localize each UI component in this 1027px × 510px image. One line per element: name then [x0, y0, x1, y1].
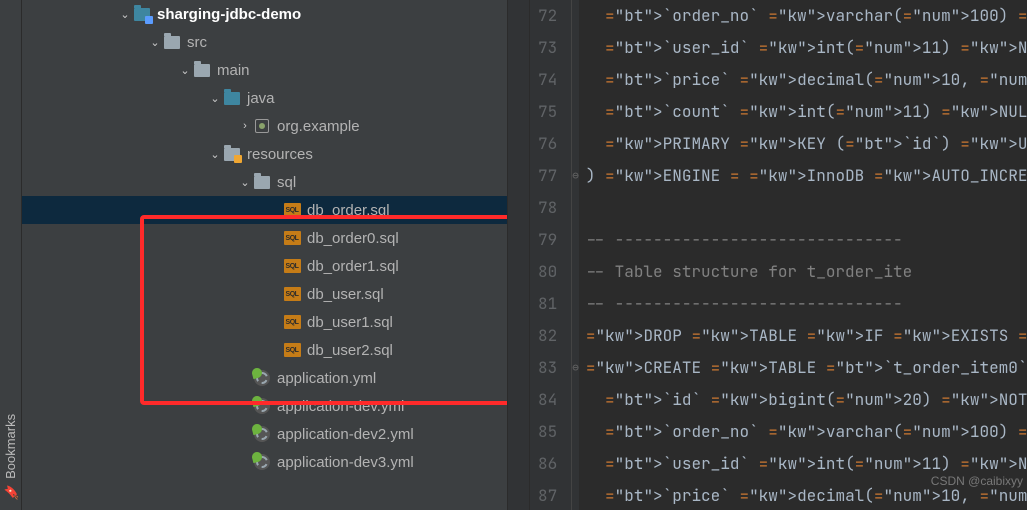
tree-item-label: application-dev2.yml [277, 426, 507, 443]
watermark: CSDN @caibixyy [931, 465, 1023, 497]
folder-icon [163, 33, 181, 51]
sql-file-icon: SQL [283, 341, 301, 359]
folder-icon [223, 89, 241, 107]
tree-item-label: db_order.sql [307, 202, 507, 219]
code-area[interactable]: ="bt">`order_no` ="kw">varchar(="num">10… [580, 0, 1027, 510]
tree-item-label: org.example [277, 118, 507, 135]
tree-file-sql[interactable]: SQL db_user2.sql [22, 336, 507, 364]
tree-module-root[interactable]: ⌄ sharging-jdbc-demo [22, 0, 507, 28]
chevron-right-icon: › [237, 120, 253, 132]
tree-file-sql[interactable]: SQL db_user.sql [22, 280, 507, 308]
tree-folder-java[interactable]: ⌄ java [22, 84, 507, 112]
chevron-down-icon: ⌄ [147, 36, 163, 49]
tree-item-label: db_user.sql [307, 286, 507, 303]
tree-file-sql[interactable]: SQL db_order0.sql [22, 224, 507, 252]
tree-item-label: db_user2.sql [307, 342, 507, 359]
tree-item-label: main [217, 62, 507, 79]
tree-item-label: application.yml [277, 370, 507, 387]
chevron-down-icon: ⌄ [207, 148, 223, 161]
yml-file-icon [253, 453, 271, 471]
sql-file-icon: SQL [283, 201, 301, 219]
package-icon [253, 117, 271, 135]
tree-file-yml[interactable]: application-dev3.yml [22, 448, 507, 476]
tree-item-label: db_user1.sql [307, 314, 507, 331]
module-icon [133, 5, 151, 23]
tree-file-yml[interactable]: application-dev.yml [22, 392, 507, 420]
tree-file-sql[interactable]: SQL db_order1.sql [22, 252, 507, 280]
tree-item-label: sharging-jdbc-demo [157, 6, 507, 23]
tree-folder-src[interactable]: ⌄ src [22, 28, 507, 56]
tree-item-label: db_order0.sql [307, 230, 507, 247]
file-tree[interactable]: ⌄ sharging-jdbc-demo ⌄ src ⌄ main ⌄ java… [22, 0, 508, 510]
tree-item-label: src [187, 34, 507, 51]
bookmarks-label: 🔖Bookmarks [3, 414, 18, 500]
sql-file-icon: SQL [283, 229, 301, 247]
sql-file-icon: SQL [283, 313, 301, 331]
tree-item-label: java [247, 90, 507, 107]
tree-item-label: application-dev.yml [277, 398, 507, 415]
resources-folder-icon [223, 145, 241, 163]
folder-icon [253, 173, 271, 191]
sql-file-icon: SQL [283, 285, 301, 303]
fold-gutter: ⊖⊖ [572, 0, 580, 510]
chevron-down-icon: ⌄ [177, 64, 193, 77]
tree-file-sql[interactable]: SQL db_order.sql [22, 196, 507, 224]
tree-folder-resources[interactable]: ⌄ resources [22, 140, 507, 168]
sql-file-icon: SQL [283, 257, 301, 275]
tree-item-label: db_order1.sql [307, 258, 507, 275]
tree-file-yml[interactable]: application.yml [22, 364, 507, 392]
tree-folder-main[interactable]: ⌄ main [22, 56, 507, 84]
tree-package[interactable]: › org.example [22, 112, 507, 140]
code-editor[interactable]: 72737475767778798081828384858687 ⊖⊖ ="bt… [530, 0, 1027, 510]
tree-item-label: sql [277, 174, 507, 191]
tree-folder-sql[interactable]: ⌄ sql [22, 168, 507, 196]
chevron-down-icon: ⌄ [207, 92, 223, 105]
line-number-gutter: 72737475767778798081828384858687 [530, 0, 572, 510]
tree-item-label: resources [247, 146, 507, 163]
yml-file-icon [253, 397, 271, 415]
divider [508, 0, 530, 510]
tree-item-label: application-dev3.yml [277, 454, 507, 471]
yml-file-icon [253, 369, 271, 387]
tree-file-sql[interactable]: SQL db_user1.sql [22, 308, 507, 336]
bookmarks-tab[interactable]: 🔖Bookmarks [0, 0, 22, 510]
chevron-down-icon: ⌄ [237, 176, 253, 189]
chevron-down-icon: ⌄ [117, 8, 133, 21]
tree-file-yml[interactable]: application-dev2.yml [22, 420, 507, 448]
yml-file-icon [253, 425, 271, 443]
folder-icon [193, 61, 211, 79]
